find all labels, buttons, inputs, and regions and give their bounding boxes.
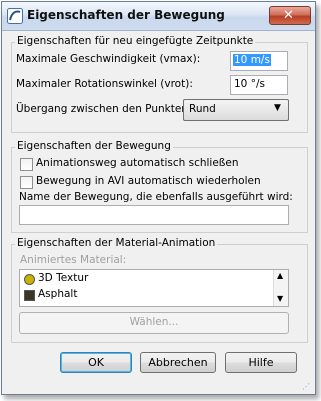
resize-grip-icon[interactable]: ⋰: [302, 382, 310, 391]
window-title: Eigenschaften der Bewegung: [27, 8, 225, 22]
max-rotation-label: Maximaler Rotationswinkel (vrot):: [16, 78, 193, 90]
close-path-label[interactable]: Animationsweg automatisch schließen: [36, 157, 239, 169]
list-item[interactable]: 3D Textur: [22, 272, 272, 286]
app-icon: [7, 8, 23, 24]
list-scrollbar[interactable]: ▲ ▼: [273, 270, 288, 306]
material-group-title: Eigenschaften der Material-Animation: [15, 237, 218, 249]
material-list[interactable]: 3D Textur Asphalt ▲ ▼: [19, 269, 289, 307]
list-item[interactable]: Asphalt: [22, 288, 272, 302]
repeat-avi-checkbox[interactable]: [20, 176, 33, 189]
new-points-group-title: Eigenschaften für neu eingefügte Zeitpun…: [15, 35, 256, 47]
choose-button[interactable]: Wählen...: [19, 312, 289, 334]
transition-label: Übergang zwischen den Punkten:: [16, 103, 192, 115]
close-path-checkbox[interactable]: [20, 158, 33, 171]
help-button[interactable]: Hilfe: [225, 352, 297, 373]
max-speed-field[interactable]: 10 m/s: [230, 51, 288, 71]
scroll-up-icon[interactable]: ▲: [277, 271, 283, 280]
close-button[interactable]: ✕: [269, 6, 311, 25]
also-run-label: Name der Bewegung, die ebenfalls ausgefü…: [19, 191, 293, 203]
scroll-down-icon[interactable]: ▼: [277, 294, 283, 303]
asphalt-swatch-icon: [24, 290, 35, 301]
max-rotation-value: 10 °/s: [234, 78, 265, 90]
transition-select[interactable]: Rund ▼: [183, 99, 289, 121]
max-rotation-field[interactable]: 10 °/s: [230, 75, 288, 95]
repeat-avi-label[interactable]: Bewegung in AVI automatisch wiederholen: [36, 175, 261, 187]
transition-value: Rund: [189, 103, 216, 115]
chevron-down-icon: ▼: [274, 103, 281, 113]
max-speed-value: 10 m/s: [233, 54, 271, 66]
list-item-label: Asphalt: [38, 288, 78, 300]
close-icon: ✕: [283, 8, 294, 23]
title-bar[interactable]: Eigenschaften der Bewegung ✕: [2, 2, 315, 31]
max-speed-label: Maximale Geschwindigkeit (vmax):: [16, 53, 201, 65]
list-item-label: 3D Textur: [38, 272, 89, 284]
ok-button[interactable]: OK: [60, 352, 132, 373]
also-run-field[interactable]: [19, 205, 289, 225]
animated-material-label: Animiertes Material:: [20, 254, 127, 266]
motion-group-title: Eigenschaften der Bewegung: [15, 140, 173, 152]
cancel-button[interactable]: Abbrechen: [140, 352, 216, 373]
dialog-window: Eigenschaften der Bewegung ✕ Eigenschaft…: [1, 1, 316, 395]
texture-swatch-icon: [24, 274, 35, 285]
